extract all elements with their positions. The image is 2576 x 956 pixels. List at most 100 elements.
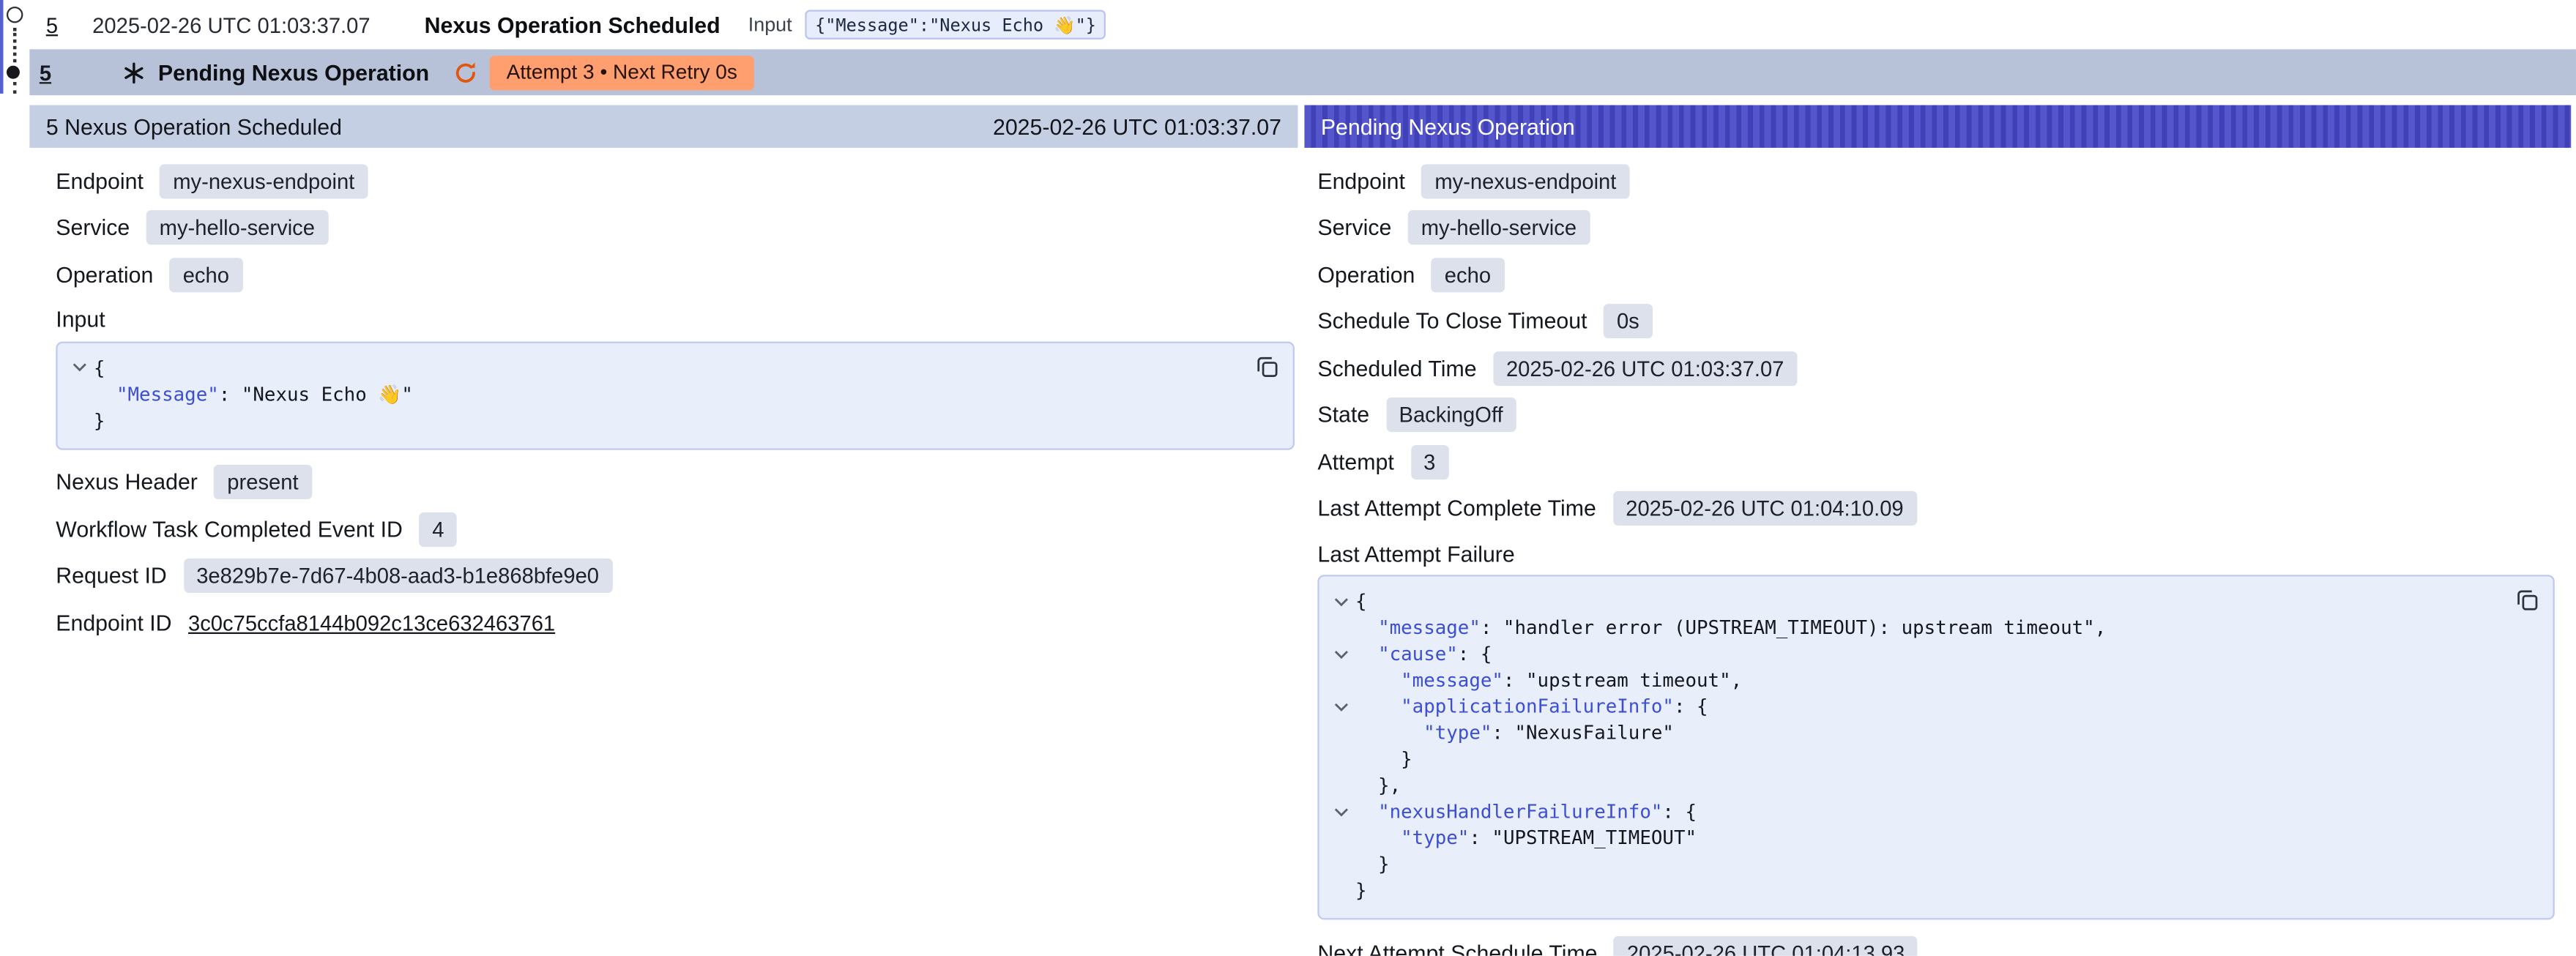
collapse-chevron-icon[interactable] [1328,648,1355,660]
field-row-request-id: Request ID3e829b7e-7d67-4b08-aad3-b1e868… [56,553,1298,600]
pending-detail-panel: Pending Nexus Operation Endpointmy-nexus… [1304,105,2571,956]
event-input-label: Input [748,13,792,36]
field-label: Schedule To Close Timeout [1317,309,1587,334]
field-row-service: Service my-hello-service [56,204,1298,251]
field-label: Service [1317,215,1391,240]
copy-icon[interactable] [1252,351,1284,382]
event-detail-header: 5 Nexus Operation Scheduled 2025-02-26 U… [29,105,1298,148]
endpoint-id-link[interactable]: 3c0c75ccfa8144b092c13ce632463761 [188,610,555,635]
json-code-block: { "Message": "Nexus Echo 👋"} [56,341,1295,449]
json-line: "message": "handler error (UPSTREAM_TIME… [1328,614,2497,641]
pending-marker-dot-icon [7,66,20,79]
field-row-nexus-header: Nexus Headerpresent [56,459,1298,506]
json-line-text: } [94,406,105,433]
field-label: State [1317,403,1369,427]
json-line: }, [1328,772,2497,798]
field-row-service: Service my-hello-service [1317,204,2558,251]
field-label: Endpoint ID [56,610,171,635]
json-line-text: } [1355,877,1367,903]
field-value-chip: 0s [1604,305,1653,339]
json-lines: { "message": "handler error (UPSTREAM_TI… [1328,588,2497,903]
field-value-chip: 3 [1410,444,1448,479]
workflow-history-view: 5 2025-02-26 UTC 01:03:37.07 Nexus Opera… [0,0,2576,956]
nexus-asterisk-icon [124,61,145,83]
field-value-chip: present [214,465,311,499]
attempt-retry-badge: Attempt 3 • Next Retry 0s [490,55,753,89]
field-label: Operation [1317,262,1415,287]
timeline-connector-line [13,28,16,62]
json-line: { [1328,588,2497,614]
event-detail-header-title: 5 Nexus Operation Scheduled [46,114,342,139]
field-value-chip: echo [1432,258,1504,292]
field-row-workflow-task-completed-event-id: Workflow Task Completed Event ID4 [56,506,1298,553]
field-value-chip: echo [170,258,242,292]
field-label: Operation [56,262,153,287]
field-label: Attempt [1317,449,1393,474]
json-code-block: { "message": "handler error (UPSTREAM_TI… [1317,575,2554,919]
field-row-endpoint: Endpointmy-nexus-endpoint [1317,157,2558,204]
event-title: Nexus Operation Scheduled [425,12,721,37]
field-row-next-attempt-schedule-time: Next Attempt Schedule Time2025-02-26 UTC… [1317,930,2558,956]
json-line-text: }, [1355,772,1401,798]
event-input-preview-chip[interactable]: {"Message":"Nexus Echo 👋"} [805,10,1106,39]
json-line: } [1328,851,2497,877]
json-line: "cause": { [1328,641,2497,667]
collapse-chevron-icon[interactable] [66,362,94,373]
field-row-last-attempt-complete-time: Last Attempt Complete Time 2025-02-26 UTC… [1317,485,2558,532]
json-line: "nexusHandlerFailureInfo": { [1328,798,2497,824]
collapse-chevron-icon[interactable] [1328,701,1355,712]
json-line-text: "type": "UPSTREAM_TIMEOUT" [1355,824,1697,851]
json-line: } [1328,877,2497,903]
retry-icon [454,60,479,85]
json-line-text: "Message": "Nexus Echo 👋" [94,380,413,406]
field-value-chip: 4 [419,512,457,546]
collapse-chevron-icon[interactable] [1328,805,1355,817]
field-value-chip: BackingOff [1386,398,1516,433]
field-row-endpoint: Endpointmy-nexus-endpoint [56,157,1298,204]
json-line-text: "applicationFailureInfo": { [1355,693,1708,720]
json-line-text: } [1355,851,1390,877]
json-line-text: { [1355,588,1367,614]
field-row-operation: Operation echo [1317,251,2558,298]
right-panel-body: Endpointmy-nexus-endpoint Service my-hello… [1304,148,2571,956]
copy-icon[interactable] [2512,585,2543,616]
field-label: Last Attempt Failure [1317,532,2558,575]
field-label: Input [56,298,1298,340]
event-marker-circle-icon [7,7,23,23]
json-line-text: "cause": { [1355,641,1492,667]
input-section: Input { "Message": "Nexus Echo 👋"} [56,298,1298,449]
field-value-chip: my-hello-service [1408,211,1590,245]
event-timestamp: 2025-02-26 UTC 01:03:37.07 [92,12,370,37]
field-row-attempt: Attempt 3 [1317,438,2558,485]
last-attempt-failure-section: Last Attempt Failure { "message": "handle… [1317,532,2558,919]
field-label: Scheduled Time [1317,356,1476,381]
json-line: { [66,354,1237,380]
pending-id-link[interactable]: 5 [40,60,51,85]
event-id-link[interactable]: 5 [46,12,58,37]
field-label: Request ID [56,564,167,589]
field-row-scheduled-time: Scheduled Time 2025-02-26 UTC 01:03:37.07 [1317,345,2558,392]
field-value-chip: my-hello-service [146,211,328,245]
field-label: Service [56,215,130,240]
field-label: Last Attempt Complete Time [1317,496,1596,521]
json-line: "Message": "Nexus Echo 👋" [66,380,1237,406]
event-detail-panel: 5 Nexus Operation Scheduled 2025-02-26 U… [29,105,1298,663]
json-line: "type": "UPSTREAM_TIMEOUT" [1328,824,2497,851]
pending-title: Pending Nexus Operation [158,60,429,85]
json-line: } [66,406,1237,433]
pending-operation-row[interactable]: 5 Pending Nexus Operation Attempt 3 • Ne… [29,49,2576,95]
field-value-chip: 2025-02-26 UTC 01:04:13.93 [1614,936,1918,955]
pending-detail-header-title: Pending Nexus Operation [1321,114,1575,139]
json-line-text: } [1355,746,1412,772]
json-line-text: "message": "upstream timeout", [1355,667,1742,693]
event-row[interactable]: 5 2025-02-26 UTC 01:03:37.07 Nexus Opera… [0,0,2576,49]
field-value-chip: 2025-02-26 UTC 01:03:37.07 [1493,351,1797,386]
json-lines: { "Message": "Nexus Echo 👋"} [66,354,1237,433]
json-line-text: { [94,354,105,380]
field-value-chip: 2025-02-26 UTC 01:04:10.09 [1612,491,1916,526]
json-line: "applicationFailureInfo": { [1328,693,2497,720]
timeline-connector-line-lower [13,82,16,94]
field-value-chip: my-nexus-endpoint [160,164,368,198]
collapse-chevron-icon[interactable] [1328,595,1355,607]
field-row-state: State BackingOff [1317,392,2558,438]
